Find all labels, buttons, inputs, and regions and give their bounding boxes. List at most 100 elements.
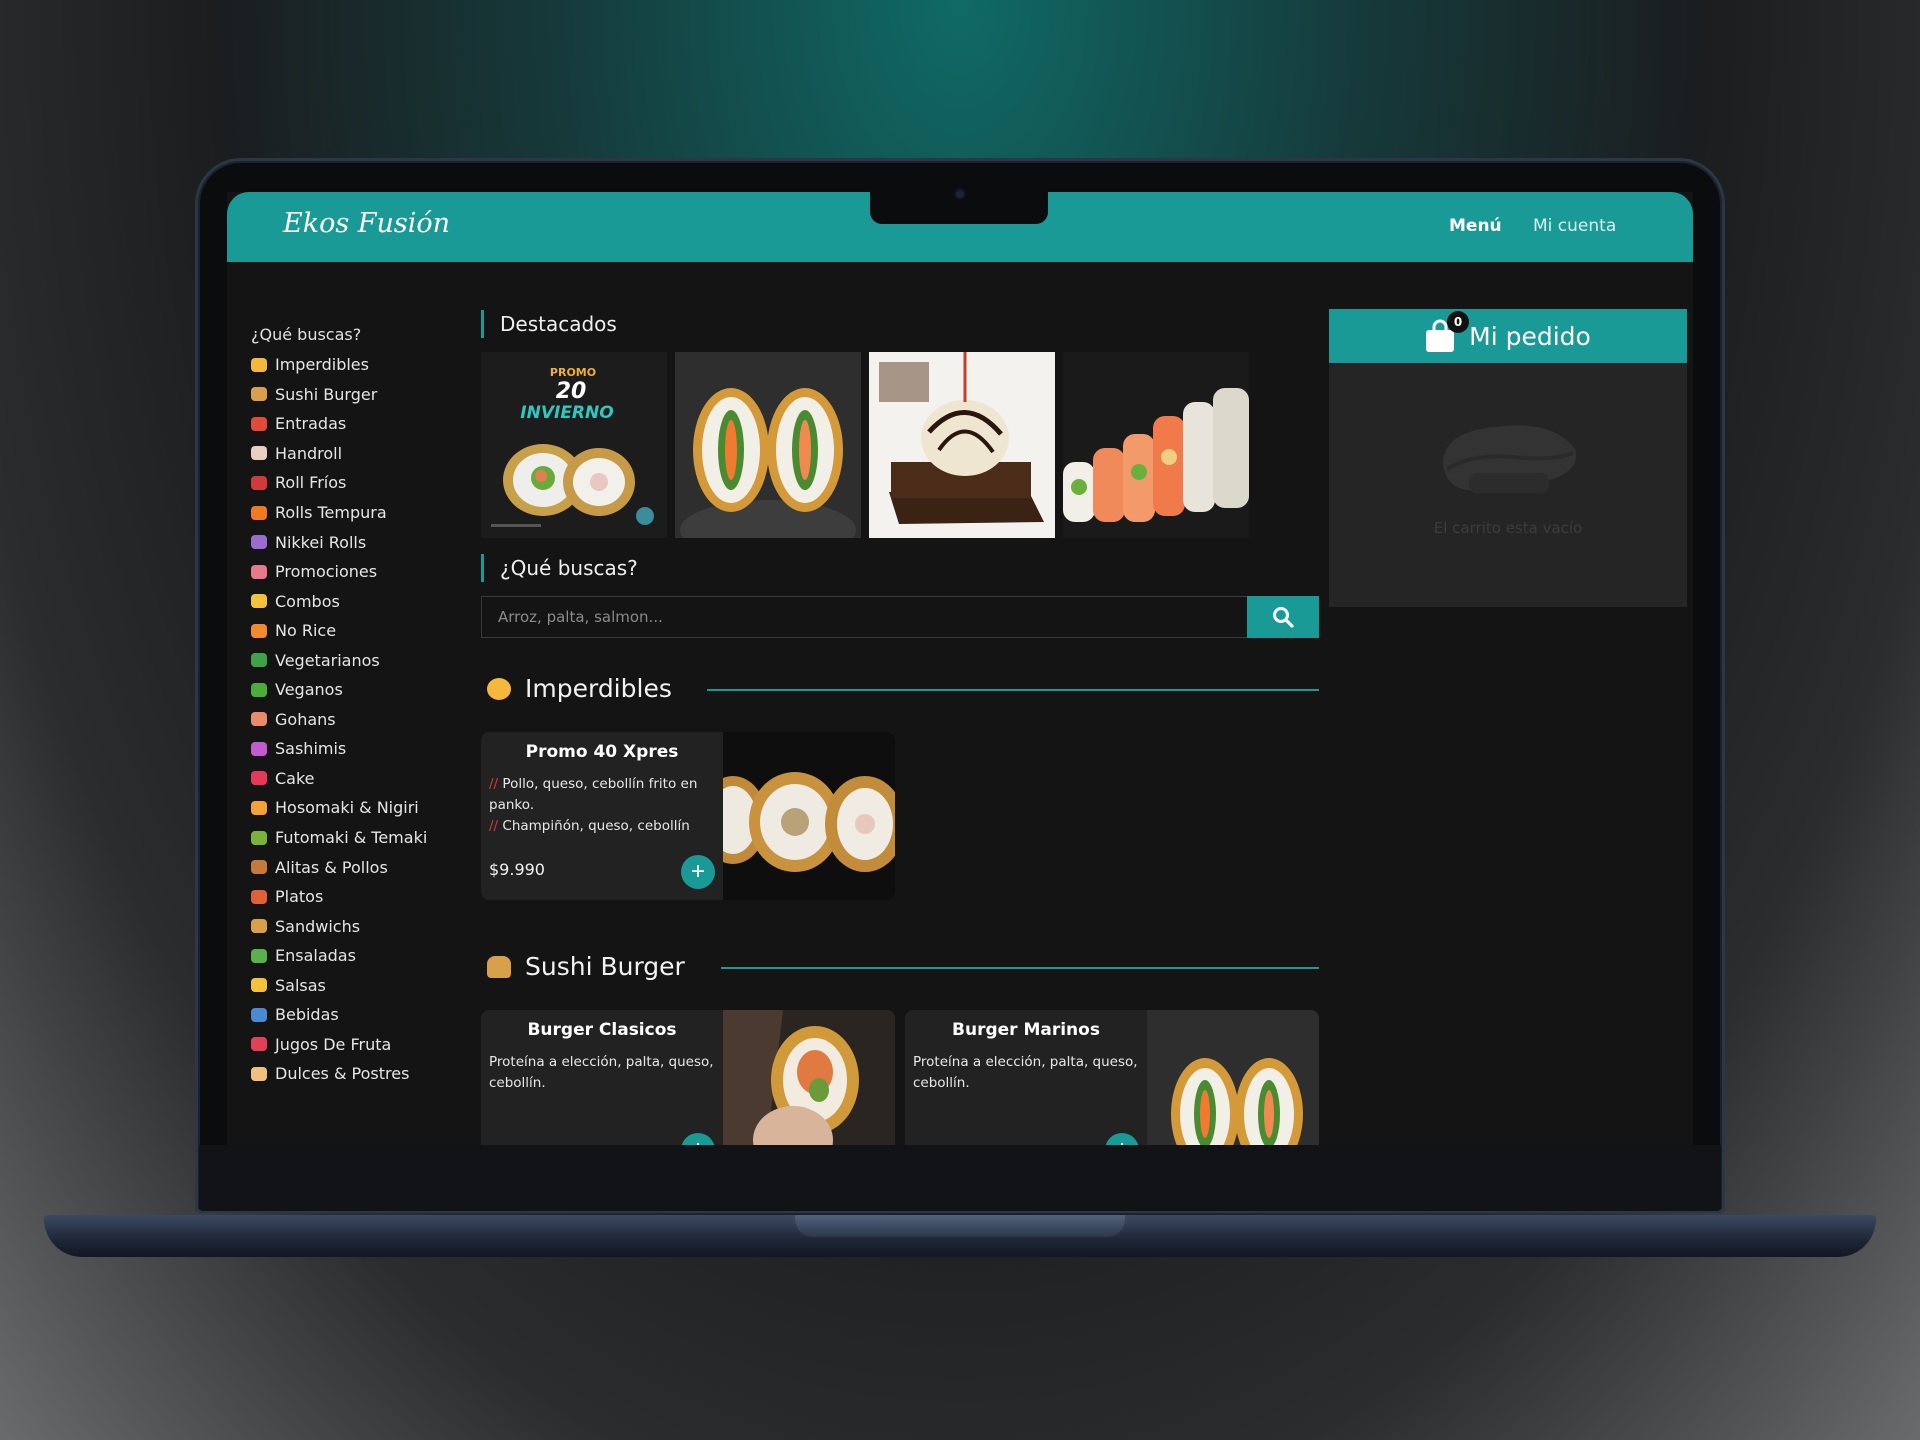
- sidebar-item-label: Salsas: [275, 975, 326, 995]
- sidebar-item-no-rice[interactable]: No Rice: [251, 616, 451, 646]
- product-image: [723, 1010, 895, 1145]
- sidebar-item-veganos[interactable]: Veganos: [251, 675, 451, 705]
- cart-header: 0 Mi pedido: [1329, 309, 1687, 363]
- sidebar-item-gohans[interactable]: Gohans: [251, 705, 451, 735]
- sidebar-item-jugos-de-fruta[interactable]: Jugos De Fruta: [251, 1030, 451, 1060]
- search-icon: [1273, 607, 1294, 628]
- featured-sushi-burger-card[interactable]: [675, 352, 861, 538]
- cart-panel: 0 Mi pedido El carrito esta vacío: [1329, 309, 1687, 607]
- sidebar-item-bebidas[interactable]: Bebidas: [251, 1000, 451, 1030]
- cart-empty-message: El carrito esta vacío: [1433, 519, 1583, 537]
- burger-clasicos-image: [723, 1010, 895, 1145]
- featured-promo-card[interactable]: PROMO 20 INVIERNO: [481, 352, 667, 538]
- nav-account-link[interactable]: Mi cuenta: [1533, 216, 1616, 236]
- sidebar-item-label: Handroll: [275, 443, 343, 463]
- cup-icon: [251, 1037, 267, 1052]
- search-input[interactable]: [481, 596, 1247, 638]
- sidebar-item-imperdibles[interactable]: Imperdibles: [251, 350, 451, 380]
- sidebar-item-label: Ensaladas: [275, 946, 356, 966]
- sandwich-icon: [251, 919, 267, 934]
- sidebar-item-sandwichs[interactable]: Sandwichs: [251, 911, 451, 941]
- cart-title: Mi pedido: [1469, 321, 1591, 351]
- cart-count-badge: 0: [1447, 311, 1469, 333]
- sidebar-item-cake[interactable]: Cake: [251, 764, 451, 794]
- sidebar-item-label: Dulces & Postres: [275, 1064, 410, 1084]
- sidebar-item-label: Bebidas: [275, 1005, 339, 1025]
- camera-icon: [954, 188, 966, 200]
- category-sidebar: ¿Qué buscas? Imperdibles Sushi Burger Entr…: [251, 320, 451, 1089]
- category-divider: [707, 689, 1319, 691]
- salad-icon: [251, 948, 267, 963]
- chopsticks-icon: [251, 475, 267, 490]
- sidebar-item-label: Imperdibles: [275, 355, 369, 375]
- sidebar-item-sushi-burger[interactable]: Sushi Burger: [251, 380, 451, 410]
- sidebar-item-roll-fr-os[interactable]: Roll Fríos: [251, 468, 451, 498]
- empty-cart-sushi-icon: [1443, 425, 1577, 493]
- sidebar-item-rolls-tempura[interactable]: Rolls Tempura: [251, 498, 451, 528]
- product-description: Proteína a elección, palta, queso, cebol…: [913, 1054, 1138, 1091]
- promo-invierno-image: PROMO 20 INVIERNO: [481, 352, 667, 538]
- product-name: Promo 40 Xpres: [525, 742, 679, 762]
- heart-icon: [251, 771, 267, 786]
- product-info: Burger Marinos Proteína a elección, palt…: [905, 1010, 1147, 1145]
- avocado-icon: [251, 830, 267, 845]
- svg-text:20: 20: [556, 379, 587, 404]
- sidebar-item-label: Roll Fríos: [275, 473, 347, 493]
- sidebar-item-platos[interactable]: Platos: [251, 882, 451, 912]
- sidebar-item-label: Alitas & Pollos: [275, 857, 388, 877]
- featured-title: Destacados: [481, 310, 617, 338]
- sidebar-heading: ¿Qué buscas?: [251, 325, 362, 344]
- sidebar-item-label: Gohans: [275, 709, 336, 729]
- sidebar-item-combos[interactable]: Combos: [251, 586, 451, 616]
- add-to-cart-button[interactable]: +: [681, 855, 715, 889]
- nav-menu-link[interactable]: Menú: [1449, 216, 1502, 236]
- peru-flag-icon: [251, 535, 267, 550]
- sushi-burger-image: [675, 352, 861, 538]
- product-card[interactable]: Burger Marinos Proteína a elección, palt…: [905, 1010, 1319, 1145]
- sparkles-icon: [251, 978, 267, 993]
- fire-icon: [251, 505, 267, 520]
- sidebar-item-sashimis[interactable]: Sashimis: [251, 734, 451, 764]
- featured-carousel: PROMO 20 INVIERNO: [481, 352, 1249, 538]
- product-description: Proteína a elección, palta, queso, cebol…: [489, 1054, 714, 1091]
- sidebar-item-label: No Rice: [275, 621, 337, 641]
- green-pepper-icon: [251, 682, 267, 697]
- svg-text:INVIERNO: INVIERNO: [520, 403, 613, 423]
- party-face-icon: [251, 357, 267, 372]
- add-to-cart-button[interactable]: +: [1105, 1133, 1139, 1145]
- sidebar-item-label: Platos: [275, 887, 324, 907]
- sidebar-item-vegetarianos[interactable]: Vegetarianos: [251, 645, 451, 675]
- sidebar-item-label: Hosomaki & Nigiri: [275, 798, 419, 818]
- sidebar-item-label: Nikkei Rolls: [275, 532, 367, 552]
- sidebar-item-hosomaki-nigiri[interactable]: Hosomaki & Nigiri: [251, 793, 451, 823]
- product-card[interactable]: Promo 40 Xpres // Pollo, queso, cebollín…: [481, 732, 895, 900]
- sidebar-item-handroll[interactable]: Handroll: [251, 439, 451, 469]
- sidebar-item-nikkei-rolls[interactable]: Nikkei Rolls: [251, 527, 451, 557]
- featured-dessert-card[interactable]: [869, 352, 1055, 538]
- sidebar-item-label: Combos: [275, 591, 340, 611]
- brand-logo[interactable]: Ekos Fusión: [283, 208, 450, 239]
- sidebar-item-futomaki-temaki[interactable]: Futomaki & Temaki: [251, 823, 451, 853]
- featured-rolls-card[interactable]: [1063, 352, 1249, 538]
- category-header-sushi-burger: Sushi Burger: [487, 952, 685, 981]
- sidebar-item-entradas[interactable]: Entradas: [251, 409, 451, 439]
- sidebar-item-alitas-pollos[interactable]: Alitas & Pollos: [251, 852, 451, 882]
- product-price: $9.990: [489, 860, 545, 879]
- sidebar-item-salsas[interactable]: Salsas: [251, 970, 451, 1000]
- sushi-icon: [251, 564, 267, 579]
- sidebar-item-dulces-postres[interactable]: Dulces & Postres: [251, 1059, 451, 1089]
- screen: Ekos Fusión Menú Mi cuenta ¿Qué buscas? …: [227, 192, 1693, 1145]
- sidebar-item-label: Entradas: [275, 414, 347, 434]
- product-card[interactable]: Burger Clasicos Proteína a elección, pal…: [481, 1010, 895, 1145]
- burger-marinos-image: [1147, 1010, 1319, 1145]
- sidebar-item-promociones[interactable]: Promociones: [251, 557, 451, 587]
- product-info: Burger Clasicos Proteína a elección, pal…: [481, 1010, 723, 1145]
- search-button[interactable]: [1247, 596, 1319, 638]
- fries-icon: [251, 416, 267, 431]
- drumstick-icon: [251, 860, 267, 875]
- sidebar-item-label: Rolls Tempura: [275, 503, 387, 522]
- party-face-icon: [487, 677, 511, 700]
- product-image: [723, 732, 895, 900]
- add-to-cart-button[interactable]: +: [681, 1133, 715, 1145]
- sidebar-item-ensaladas[interactable]: Ensaladas: [251, 941, 451, 971]
